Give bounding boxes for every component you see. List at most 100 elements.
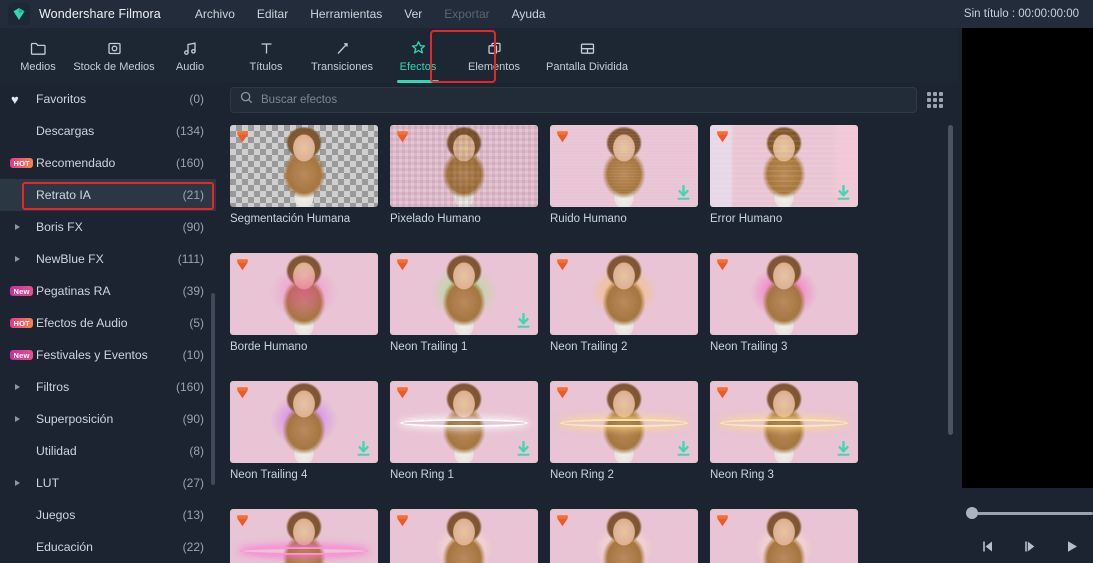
- menu-herramientas[interactable]: Herramientas: [310, 7, 382, 21]
- preview-screen[interactable]: [962, 28, 1093, 488]
- effect-thumbnail[interactable]: [390, 381, 538, 463]
- effect-thumbnail[interactable]: [390, 509, 538, 563]
- effect-card[interactable]: [550, 509, 710, 563]
- previous-frame-icon[interactable]: [980, 538, 996, 554]
- hot-badge-icon: HOT: [10, 158, 36, 168]
- sidebar-item-count: (90): [182, 220, 204, 234]
- effect-thumbnail[interactable]: [710, 125, 858, 207]
- sidebar-item-recomendado[interactable]: HOT Recomendado (160): [0, 147, 216, 179]
- effect-card[interactable]: Neon Trailing 2: [550, 253, 710, 353]
- tab-elementos[interactable]: Elementos: [456, 31, 532, 82]
- sidebar-item-lut[interactable]: LUT (27): [0, 467, 216, 499]
- sparkle-star-icon: [410, 39, 427, 56]
- seek-track[interactable]: [974, 511, 1093, 515]
- hot-badge-icon: HOT: [10, 318, 36, 328]
- tab-efectos[interactable]: Efectos: [380, 31, 456, 83]
- sidebar-item-juegos[interactable]: Juegos (13): [0, 499, 216, 531]
- effect-thumbnail[interactable]: [550, 125, 698, 207]
- search-box[interactable]: [230, 87, 917, 113]
- sidebar-item-descargas[interactable]: Descargas (134): [0, 115, 216, 147]
- menu-ayuda[interactable]: Ayuda: [512, 7, 546, 21]
- effect-card[interactable]: Error Humano: [710, 125, 870, 225]
- seek-knob[interactable]: [966, 507, 978, 519]
- menu-ver[interactable]: Ver: [404, 7, 422, 21]
- effect-thumbnail[interactable]: [710, 381, 858, 463]
- tab-titulos[interactable]: Títulos: [228, 31, 304, 82]
- hot-badge-label: HOT: [10, 318, 34, 328]
- effect-card[interactable]: Neon Trailing 3: [710, 253, 870, 353]
- effect-card[interactable]: Neon Trailing 1: [390, 253, 550, 353]
- tab-label: Medios: [20, 61, 56, 73]
- new-badge-label: New: [10, 350, 34, 360]
- effect-card[interactable]: Pixelado Humano: [390, 125, 550, 225]
- sidebar-scrollbar[interactable]: [211, 293, 215, 485]
- effect-thumbnail[interactable]: [550, 253, 698, 335]
- download-icon[interactable]: [676, 185, 691, 201]
- tab-medios[interactable]: Medios: [0, 31, 76, 82]
- sidebar-item-newblue-fx[interactable]: NewBlue FX (111): [0, 243, 216, 275]
- menu-editar[interactable]: Editar: [257, 7, 288, 21]
- search-input[interactable]: [261, 94, 907, 106]
- effect-thumbnail[interactable]: [230, 253, 378, 335]
- download-icon[interactable]: [516, 313, 531, 329]
- tab-transiciones[interactable]: Transiciones: [304, 31, 380, 82]
- play-icon[interactable]: [1064, 538, 1080, 554]
- sidebar-item-count: (160): [175, 156, 204, 170]
- download-icon[interactable]: [676, 441, 691, 457]
- effect-thumbnail[interactable]: [230, 125, 378, 207]
- hot-diamond-icon: [716, 514, 729, 527]
- effect-thumbnail[interactable]: [230, 509, 378, 563]
- sidebar-item-label: Superposición: [36, 412, 114, 426]
- download-icon[interactable]: [356, 441, 371, 457]
- effect-card[interactable]: Neon Ring 1: [390, 381, 550, 481]
- sidebar-item-boris-fx[interactable]: Boris FX (90): [0, 211, 216, 243]
- sidebar-item-filtros[interactable]: Filtros (160): [0, 371, 216, 403]
- effect-thumbnail[interactable]: [230, 381, 378, 463]
- sidebar-item-pegatinas-ra[interactable]: New Pegatinas RA (39): [0, 275, 216, 307]
- download-icon[interactable]: [836, 441, 851, 457]
- sidebar-item-utilidad[interactable]: Utilidad (8): [0, 435, 216, 467]
- sidebar-item-label: Educación: [36, 540, 93, 554]
- effect-thumbnail[interactable]: [710, 509, 858, 563]
- tab-pantalla-dividida[interactable]: Pantalla Dividida: [532, 31, 642, 82]
- effect-card[interactable]: Neon Trailing 4: [230, 381, 390, 481]
- effect-thumbnail[interactable]: [390, 125, 538, 207]
- effect-card[interactable]: Ruido Humano: [550, 125, 710, 225]
- sidebar-item-educacion[interactable]: Educación (22): [0, 531, 216, 563]
- effects-content-panel: Segmentación Humana Pixelado Humano Ruido …: [216, 83, 958, 563]
- effect-card[interactable]: Segmentación Humana: [230, 125, 390, 225]
- effects-category-sidebar[interactable]: ♥ Favoritos (0) Descargas (134) HOT Reco…: [0, 83, 216, 563]
- menu-archivo[interactable]: Archivo: [195, 7, 235, 21]
- chevron-right-icon: [10, 480, 36, 486]
- next-frame-icon[interactable]: [1022, 538, 1038, 554]
- sidebar-item-favoritos[interactable]: ♥ Favoritos (0): [0, 83, 216, 115]
- new-badge-icon: New: [10, 350, 36, 360]
- effect-thumbnail[interactable]: [390, 253, 538, 335]
- download-icon[interactable]: [516, 441, 531, 457]
- effect-card[interactable]: [390, 509, 550, 563]
- effect-thumbnail[interactable]: [550, 509, 698, 563]
- effect-card[interactable]: Neon Ring 3: [710, 381, 870, 481]
- sidebar-item-retrato-ia[interactable]: Retrato IA (21): [0, 179, 216, 211]
- effect-thumbnail[interactable]: [710, 253, 858, 335]
- effect-card[interactable]: Borde Humano: [230, 253, 390, 353]
- effects-scrollbar[interactable]: [948, 125, 953, 435]
- hot-diamond-icon: [396, 514, 409, 527]
- effect-card[interactable]: Neon Ring 2: [550, 381, 710, 481]
- sidebar-item-efectos-de-audio[interactable]: HOT Efectos de Audio (5): [0, 307, 216, 339]
- chevron-right-icon: [10, 224, 36, 230]
- tab-stock-de-medios[interactable]: Stock de Medios: [73, 31, 155, 82]
- download-icon[interactable]: [836, 185, 851, 201]
- effect-name: Neon Trailing 4: [230, 469, 308, 481]
- grid-view-icon[interactable]: [925, 90, 945, 110]
- sidebar-item-superposicion[interactable]: Superposición (90): [0, 403, 216, 435]
- sidebar-item-label: Descargas: [36, 124, 95, 138]
- effect-card[interactable]: [710, 509, 870, 563]
- sidebar-item-festivales-y-eventos[interactable]: New Festivales y Eventos (10): [0, 339, 216, 371]
- effect-name: Neon Ring 2: [550, 469, 614, 481]
- tab-audio[interactable]: Audio: [152, 31, 228, 82]
- effect-card[interactable]: [230, 509, 390, 563]
- effect-thumbnail[interactable]: [550, 381, 698, 463]
- preview-seek-bar[interactable]: [966, 506, 1093, 520]
- effects-scroll-area[interactable]: Segmentación Humana Pixelado Humano Ruido …: [216, 119, 958, 563]
